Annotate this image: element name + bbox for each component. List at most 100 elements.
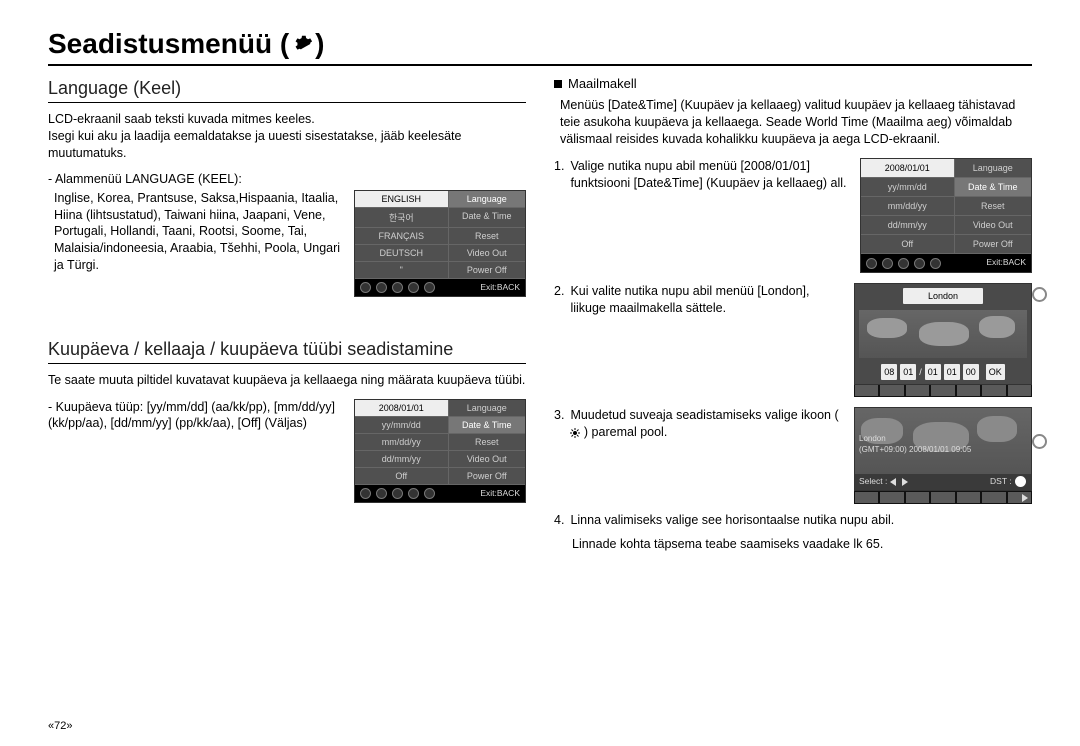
footer-icon [360,488,371,499]
gear-icon [291,33,313,55]
menu-item[interactable]: Video Out [955,216,1032,235]
menu-item[interactable]: Date & Time [449,417,526,434]
time-segment[interactable]: 00 [963,364,979,380]
menu-item[interactable]: mm/dd/yy [861,197,955,216]
date-type-label: - Kuupäeva tüüp: [48,400,143,414]
menu-item[interactable]: Language [449,400,526,417]
menu-item[interactable]: 한국어 [355,208,449,228]
language-intro: LCD-ekraanil saab teksti kuvada mitmes k… [48,111,526,162]
footer-icon [360,282,371,293]
play-icon[interactable] [1007,491,1032,504]
page-title: Seadistusmenüü ( ) [48,28,1032,66]
step-number: 2. [554,283,564,397]
footer-icon [408,488,419,499]
menu-item[interactable]: Date & Time [955,178,1032,197]
menu-item[interactable]: FRANÇAIS [355,228,449,245]
menu-item[interactable]: Reset [449,228,526,245]
more-info: Linnade kohta täpsema teabe saamiseks va… [554,536,1032,553]
time-segment[interactable]: 01 [944,364,960,380]
menu-item[interactable]: Video Out [449,451,526,468]
ok-button[interactable]: OK [986,364,1005,380]
step-text: Muudetud suveaja seadistamiseks valige i… [570,407,848,503]
menu-item[interactable]: Power Off [449,262,526,279]
dst-label: DST : [990,476,1012,486]
menu-item[interactable]: yy/mm/dd [355,417,449,434]
menu-item[interactable]: Power Off [449,468,526,485]
world-map[interactable]: London (GMT+09:00) 2008/01/01 09:05 [855,408,1031,474]
time-sep: / [919,366,922,378]
date-menu-widget: 2008/01/01 Language yy/mm/dd Date & Time… [354,399,526,503]
menu-item[interactable]: Reset [955,197,1032,216]
exit-label[interactable]: Exit:BACK [480,488,520,498]
right-column: Maailmakell Menüüs [Date&Time] (Kuupäev … [554,76,1032,563]
footer-icon [376,282,387,293]
language-heading: Language (Keel) [48,78,526,103]
footer-icon [376,488,387,499]
footer-icon [866,258,877,269]
footer-icon [424,488,435,499]
sun-icon [570,428,580,438]
step-number: 4. [554,512,564,529]
film-strip [854,384,1032,397]
worldclock-title: Maailmakell [554,76,1032,91]
footer-icon [408,282,419,293]
menu-item[interactable]: Off [355,468,449,485]
select-label: Select : [859,476,887,486]
city-label: London [903,288,983,304]
footer-icon [392,488,403,499]
time-segment[interactable]: 01 [900,364,916,380]
language-menu-widget: ENGLISH Language 한국어 Date & Time FRANÇAI… [354,190,526,297]
dial-handle-icon[interactable] [1032,434,1047,449]
worldclock-menu-widget: 2008/01/01 Language yy/mm/dd Date & Time… [860,158,1032,273]
time-segment[interactable]: 01 [925,364,941,380]
menu-item[interactable]: dd/mm/yy [355,451,449,468]
dial-handle-icon[interactable] [1032,287,1047,302]
worldclock-intro: Menüüs [Date&Time] (Kuupäev ja kellaaeg)… [554,97,1032,148]
footer-icon [882,258,893,269]
menu-item[interactable]: Language [449,191,526,208]
menu-item[interactable]: Date & Time [449,208,526,228]
step-number: 1. [554,158,564,273]
menu-item[interactable]: DEUTSCH [355,245,449,262]
time-segment[interactable]: 08 [881,364,897,380]
date-type-block: - Kuupäeva tüüp: [yy/mm/dd] (aa/kk/pp), … [48,399,346,433]
menu-item[interactable]: Power Off [955,235,1032,254]
world-map-widget: London (GMT+09:00) 2008/01/01 09:05 Sele… [854,407,1032,490]
time-row: 08 01 / 01 01 00 OK [859,364,1027,380]
world-time-widget: London 08 01 / 01 01 00 OK [854,283,1032,385]
sun-icon[interactable] [1016,477,1025,486]
date-heading: Kuupäeva / kellaaja / kuupäeva tüübi sea… [48,339,526,364]
right-arrow-icon [900,478,908,486]
menu-item[interactable]: dd/mm/yy [861,216,955,235]
menu-item[interactable]: 2008/01/01 [355,400,449,417]
step-text: Valige nutika nupu abil menüü [2008/01/0… [570,158,854,273]
square-bullet-icon [554,80,562,88]
page-number: «72» [48,720,72,732]
language-submenu-label: - Alammenüü LANGUAGE (KEEL): [48,172,526,186]
footer-icon [914,258,925,269]
tz-info: (GMT+09:00) 2008/01/01 09:05 [859,445,971,456]
menu-item[interactable]: yy/mm/dd [861,178,955,197]
step-text: Kui valite nutika nupu abil menüü [Londo… [570,283,848,397]
menu-item[interactable]: Reset [449,434,526,451]
world-map[interactable] [859,310,1027,358]
step-text: Linna valimiseks valige see horisontaals… [570,512,1032,529]
exit-label[interactable]: Exit:BACK [986,257,1026,268]
exit-label[interactable]: Exit:BACK [480,282,520,292]
menu-item[interactable]: 2008/01/01 [861,159,955,178]
language-submenu-body: Inglise, Korea, Prantsuse, Saksa,Hispaan… [48,190,346,274]
footer-icon [392,282,403,293]
left-column: Language (Keel) LCD-ekraanil saab teksti… [48,76,526,563]
date-intro: Te saate muuta piltidel kuvatavat kuupäe… [48,372,526,389]
menu-item[interactable]: Language [955,159,1032,178]
step-number: 3. [554,407,564,503]
footer-icon [424,282,435,293]
menu-item[interactable]: Video Out [449,245,526,262]
menu-item[interactable]: " [355,262,449,279]
menu-item[interactable]: Off [861,235,955,254]
city-small: London [859,434,971,445]
menu-item[interactable]: mm/dd/yy [355,434,449,451]
menu-item[interactable]: ENGLISH [355,191,449,208]
left-arrow-icon [890,478,898,486]
title-text: Seadistusmenüü ( [48,28,289,60]
